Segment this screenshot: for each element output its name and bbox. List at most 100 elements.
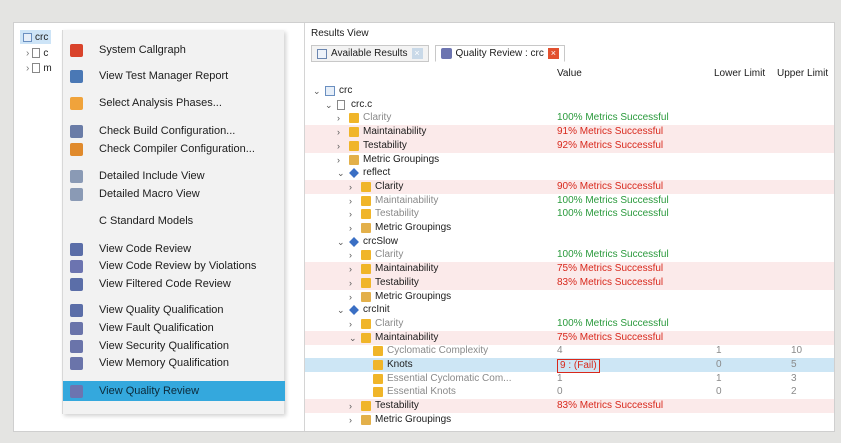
menu-item[interactable]: Check Compiler Configuration...: [63, 139, 285, 159]
tree-root-crc[interactable]: crc: [20, 30, 52, 44]
table-row[interactable]: › Metric Groupings: [305, 413, 834, 427]
tree-item-m[interactable]: › m: [26, 61, 52, 75]
chevron-right-icon[interactable]: ›: [349, 400, 352, 412]
menu-item[interactable]: View Memory Qualification: [63, 353, 285, 373]
table-row[interactable]: › Clarity 100% Metrics Successful: [305, 111, 834, 125]
chevron-down-icon[interactable]: ⌄: [325, 99, 333, 111]
chevron-right-icon: ›: [26, 47, 30, 59]
row-name: Cyclomatic Complexity: [387, 345, 489, 357]
chevron-right-icon[interactable]: ›: [349, 195, 352, 207]
chevron-right-icon[interactable]: ›: [349, 222, 352, 234]
menu-item[interactable]: Select Analysis Phases...: [63, 93, 285, 113]
table-row[interactable]: › Maintainability 91% Metrics Successful: [305, 125, 834, 140]
row-name: Maintainability: [375, 194, 439, 206]
menu-item-label: View Quality Qualification: [99, 304, 224, 316]
results-icon: [317, 48, 327, 59]
chevron-down-icon[interactable]: ⌄: [337, 167, 345, 179]
metric-icon: [361, 332, 371, 343]
table-row[interactable]: › Testability 83% Metrics Successful: [305, 275, 834, 290]
table-row[interactable]: › Clarity 100% Metrics Successful: [305, 248, 834, 262]
column-header-lower-limit[interactable]: Lower Limit: [714, 68, 765, 79]
code-review-violations-icon: [70, 259, 83, 273]
menu-item[interactable]: System Callgraph: [63, 40, 285, 60]
row-lower-limit: 0: [716, 359, 722, 370]
row-name: Clarity: [375, 180, 404, 192]
tree-item-label: m: [43, 62, 52, 74]
metric-icon: [349, 127, 359, 138]
table-row[interactable]: Essential Cyclomatic Com... 1 1 3: [305, 372, 834, 386]
chevron-right-icon[interactable]: ›: [349, 318, 352, 330]
table-row[interactable]: ⌄ crc: [305, 84, 834, 98]
table-row[interactable]: ⌄ reflect: [305, 166, 834, 180]
row-lower-limit: 1: [716, 345, 722, 357]
row-value: 83% Metrics Successful: [557, 400, 664, 412]
table-row[interactable]: › Metric Groupings: [305, 221, 834, 235]
tree-item-c[interactable]: › c: [26, 46, 48, 60]
chevron-right-icon[interactable]: ›: [349, 181, 352, 193]
table-row[interactable]: › Clarity 100% Metrics Successful: [305, 317, 834, 331]
menu-item[interactable]: View Quality Review: [63, 381, 285, 401]
table-row[interactable]: › Testability 92% Metrics Successful: [305, 138, 834, 153]
table-row[interactable]: › Metric Groupings: [305, 290, 834, 304]
menu-item[interactable]: View Test Manager Report: [63, 66, 285, 86]
menu-item-label: Detailed Include View: [99, 170, 205, 182]
menu-item[interactable]: View Fault Qualification: [63, 318, 285, 338]
metric-icon: [361, 195, 371, 206]
chevron-right-icon[interactable]: ›: [337, 112, 340, 124]
table-row[interactable]: › Clarity 90% Metrics Successful: [305, 179, 834, 194]
table-row[interactable]: › Metric Groupings: [305, 153, 834, 167]
tab-quality-review[interactable]: Quality Review : crc ×: [434, 45, 565, 62]
row-name: Testability: [363, 139, 407, 151]
column-header-value[interactable]: Value: [557, 68, 582, 79]
table-row[interactable]: › Maintainability 100% Metrics Successful: [305, 194, 834, 208]
table-row[interactable]: Knots 9 : (Fail) 0 5: [305, 358, 834, 373]
chevron-right-icon[interactable]: ›: [349, 291, 352, 303]
chevron-down-icon[interactable]: ⌄: [337, 236, 345, 248]
quality-qualification-icon: [70, 303, 83, 317]
chevron-right-icon[interactable]: ›: [349, 263, 352, 275]
table-row[interactable]: › Testability 100% Metrics Successful: [305, 207, 834, 221]
menu-item[interactable]: View Filtered Code Review: [63, 274, 285, 294]
menu-item[interactable]: View Quality Qualification: [63, 300, 285, 320]
menu-item[interactable]: Check Build Configuration...: [63, 121, 285, 141]
chevron-right-icon[interactable]: ›: [349, 208, 352, 220]
function-icon: [349, 305, 359, 316]
chevron-right-icon[interactable]: ›: [337, 140, 340, 152]
chevron-right-icon[interactable]: ›: [337, 154, 340, 166]
column-header-upper-limit[interactable]: Upper Limit: [777, 68, 828, 79]
results-view-title: Results View: [311, 28, 369, 39]
fault-qualification-icon: [70, 321, 83, 335]
chevron-down-icon[interactable]: ⌄: [337, 304, 345, 316]
menu-item[interactable]: C Standard Models: [63, 211, 285, 231]
quality-review-icon: [70, 384, 83, 398]
close-icon[interactable]: ×: [411, 48, 423, 59]
table-row[interactable]: Cyclomatic Complexity 4 1 10: [305, 344, 834, 358]
menu-item[interactable]: View Code Review by Violations: [63, 256, 285, 276]
table-row[interactable]: ⌄ crcInit: [305, 303, 834, 317]
table-row[interactable]: Essential Knots 0 0 2: [305, 385, 834, 399]
menu-item[interactable]: Detailed Include View: [63, 166, 285, 186]
row-name: Testability: [375, 400, 419, 412]
chevron-right-icon[interactable]: ›: [337, 126, 340, 138]
row-name: Metric Groupings: [375, 290, 452, 302]
table-row[interactable]: › Maintainability 75% Metrics Successful: [305, 262, 834, 277]
row-upper-limit: 10: [791, 345, 803, 357]
macro-view-icon: [70, 187, 83, 201]
row-name: Maintainability: [375, 263, 439, 275]
results-tabs: Available Results × Quality Review : crc…: [311, 45, 565, 62]
row-name: crc.c: [351, 98, 373, 110]
tab-available-results[interactable]: Available Results ×: [311, 45, 429, 62]
chevron-right-icon[interactable]: ›: [349, 277, 352, 289]
table-row[interactable]: ⌄ Maintainability 75% Metrics Successful: [305, 330, 834, 345]
table-row[interactable]: ⌄ crcSlow: [305, 235, 834, 249]
table-row[interactable]: › Testability 83% Metrics Successful: [305, 399, 834, 414]
row-upper-limit: 3: [791, 372, 797, 384]
close-icon[interactable]: ×: [547, 48, 559, 59]
menu-item[interactable]: Detailed Macro View: [63, 184, 285, 204]
chevron-down-icon[interactable]: ⌄: [313, 85, 321, 97]
chevron-down-icon[interactable]: ⌄: [349, 332, 357, 344]
row-name: Metric Groupings: [375, 222, 452, 233]
chevron-right-icon[interactable]: ›: [349, 249, 352, 261]
table-row[interactable]: ⌄ crc.c: [305, 98, 834, 112]
chevron-right-icon[interactable]: ›: [349, 414, 352, 426]
